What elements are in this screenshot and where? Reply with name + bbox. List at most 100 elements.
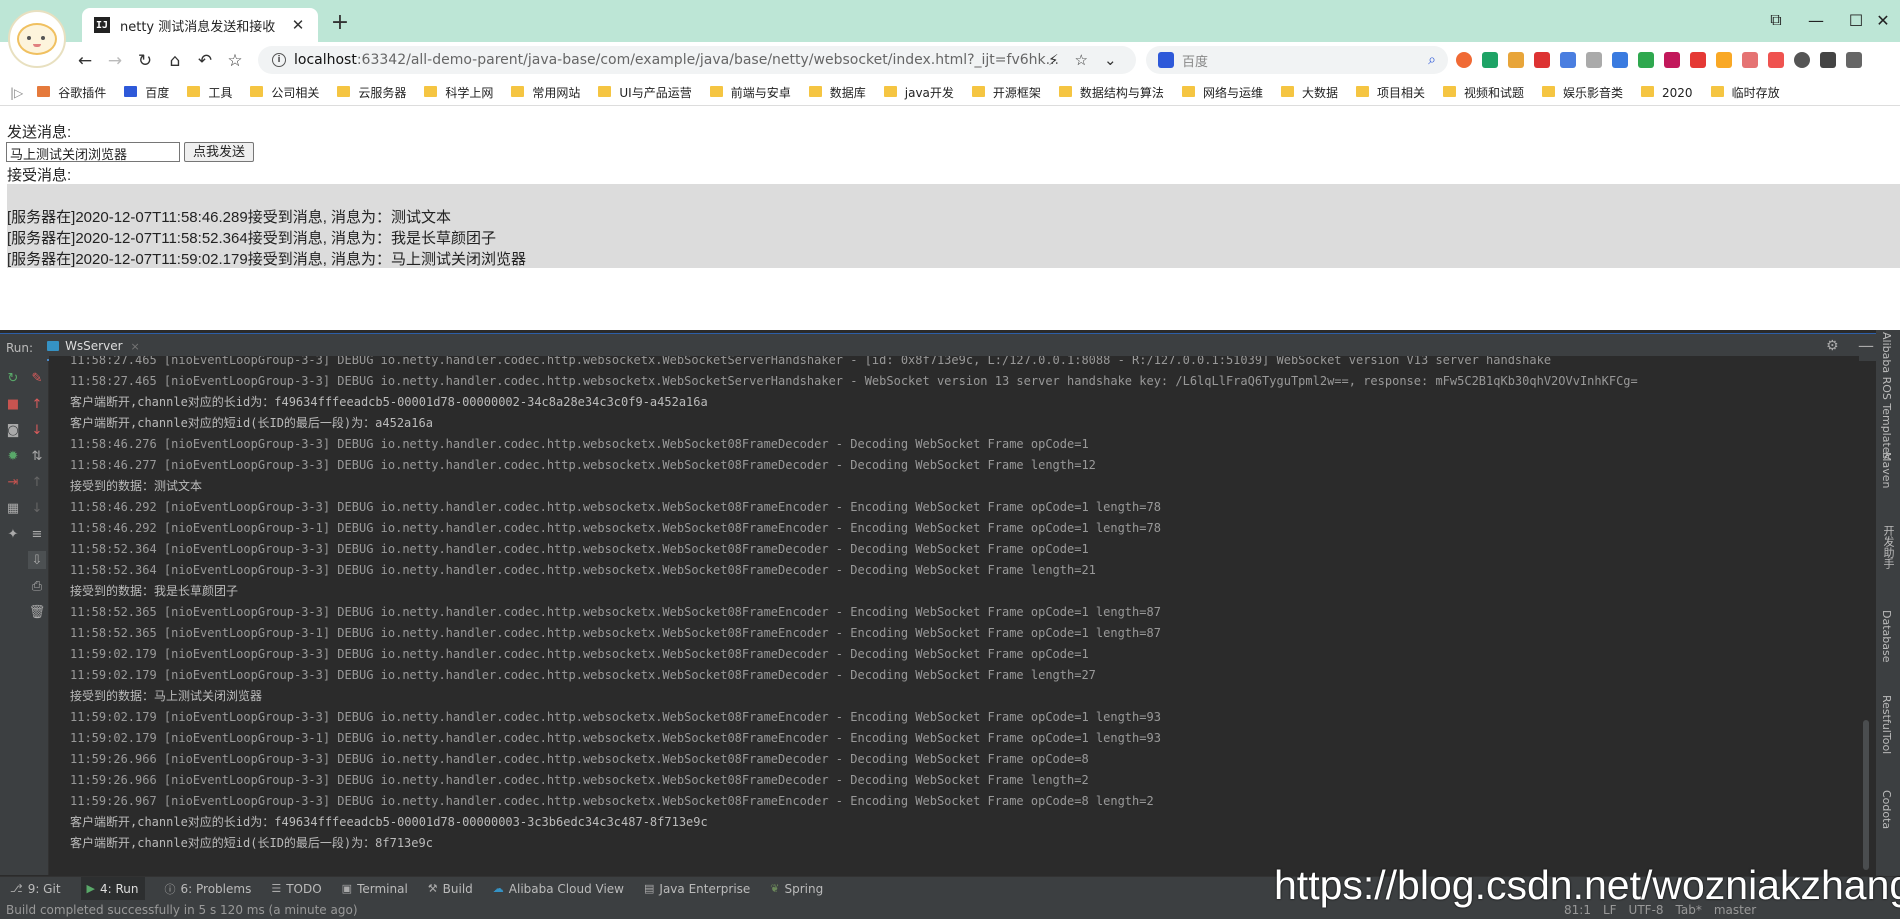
arrow-up-icon[interactable]: ↑: [28, 395, 46, 413]
send-button[interactable]: 点我发送: [184, 142, 254, 162]
up-disabled-icon[interactable]: ↑: [28, 473, 46, 491]
extension-icon[interactable]: [1482, 52, 1498, 68]
bookmark-folder[interactable]: UI与产品运营: [598, 84, 692, 101]
tab-todo[interactable]: ☰ TODO: [271, 882, 321, 896]
bookmark-folder[interactable]: 娱乐影音类: [1542, 84, 1623, 101]
bookmarks-toggle-icon[interactable]: |▷: [10, 86, 23, 100]
back-icon[interactable]: ←: [72, 48, 98, 74]
status-message: Build completed successfully in 5 s 120 …: [6, 902, 358, 917]
edit-config-icon[interactable]: ✎: [28, 369, 46, 387]
extension-icon[interactable]: [1508, 52, 1524, 68]
scrollbar-thumb[interactable]: [1863, 720, 1869, 870]
extension-icon[interactable]: [1586, 52, 1602, 68]
console-output[interactable]: 11:58:27.465 [nioEventLoopGroup-3-3] DEB…: [49, 356, 1859, 876]
arrow-down-icon[interactable]: ↓: [28, 421, 46, 439]
bookmark-folder[interactable]: 数据结构与算法: [1058, 84, 1164, 101]
bookmark-folder[interactable]: 前端与安卓: [709, 84, 791, 101]
window-restore-icon[interactable]: ⧉: [1758, 6, 1794, 34]
debug-icon[interactable]: ✹: [4, 447, 22, 465]
build-icon: ⚒: [427, 882, 438, 895]
bookmark-folder[interactable]: java开发: [883, 84, 954, 101]
rerun-icon[interactable]: ↻: [4, 369, 22, 387]
bookmark-folder[interactable]: 数据库: [808, 84, 866, 101]
extension-icon[interactable]: [1612, 52, 1628, 68]
extension-icon[interactable]: [1560, 52, 1576, 68]
gear-icon[interactable]: ⚙: [1826, 338, 1839, 354]
sort-icon[interactable]: ⇅: [28, 447, 46, 465]
undo-icon[interactable]: ↶: [192, 48, 218, 74]
info-icon[interactable]: i: [272, 53, 286, 67]
avatar[interactable]: [8, 10, 66, 68]
tab-alibaba-cloud-view[interactable]: ☁ Alibaba Cloud View: [493, 882, 624, 896]
bookmark-folder[interactable]: 大数据: [1280, 84, 1338, 101]
bookmark-folder[interactable]: 网络与运维: [1181, 84, 1263, 101]
bookmark-folder[interactable]: 公司相关: [250, 84, 319, 101]
bookmark-item[interactable]: 百度: [124, 84, 169, 101]
bookmark-folder[interactable]: 临时存放: [1710, 84, 1780, 101]
bookmark-folder[interactable]: 常用网站: [511, 84, 580, 101]
bookmark-star-icon[interactable]: ☆: [222, 48, 248, 74]
menu-icon[interactable]: [1846, 52, 1862, 68]
tab-build[interactable]: ⚒ Build: [428, 882, 473, 896]
exit-icon[interactable]: ⇥: [4, 473, 22, 491]
bookmark-folder[interactable]: 云服务器: [337, 84, 406, 101]
extension-icon[interactable]: [1456, 52, 1472, 68]
tab-git[interactable]: ⎇ 9: Git: [10, 882, 61, 896]
home-icon[interactable]: ⌂: [162, 48, 188, 74]
tab-java-enterprise[interactable]: ▤ Java Enterprise: [644, 882, 750, 896]
extension-icon[interactable]: [1690, 52, 1706, 68]
tab-run[interactable]: ▶ 4: Run: [80, 876, 145, 901]
dark-mode-icon[interactable]: [1794, 52, 1810, 68]
new-tab-button[interactable]: +: [326, 10, 354, 35]
soft-wrap-icon[interactable]: ≡: [28, 525, 46, 543]
bookmark-folder[interactable]: 工具: [187, 84, 232, 101]
search-icon[interactable]: ⌕: [1428, 52, 1436, 68]
bookmark-folder[interactable]: 开源框架: [971, 84, 1041, 101]
tool-maven[interactable]: Maven: [1880, 452, 1893, 488]
bookmark-item[interactable]: 谷歌插件: [37, 84, 106, 101]
star-icon[interactable]: ☆: [1075, 51, 1088, 69]
extension-icon[interactable]: [1768, 52, 1784, 68]
tab-terminal[interactable]: ▣ Terminal: [342, 882, 408, 896]
bookmark-folder[interactable]: 2020: [1641, 86, 1693, 100]
camera-icon[interactable]: ◙: [4, 421, 22, 439]
minimize-icon[interactable]: —: [1858, 336, 1874, 355]
extension-icon[interactable]: [1534, 52, 1550, 68]
search-box[interactable]: 百度 ⌕: [1146, 46, 1448, 74]
lightning-icon[interactable]: ⚡: [1048, 51, 1059, 69]
message-input[interactable]: 马上测试关闭浏览器: [6, 142, 180, 162]
console-line: 客户端断开,channle对应的长id为：f49634fffeeadcb5-00…: [70, 395, 708, 409]
close-tab-icon[interactable]: ✕: [288, 15, 308, 35]
download-icon[interactable]: [1820, 52, 1836, 68]
trash-icon[interactable]: 🗑: [28, 603, 46, 621]
tool-restfultool[interactable]: RestfulTool: [1880, 695, 1893, 754]
print-icon[interactable]: ⎙: [28, 577, 46, 595]
search-input[interactable]: 百度: [1182, 51, 1428, 70]
down-disabled-icon[interactable]: ↓: [28, 499, 46, 517]
close-icon[interactable]: ×: [131, 340, 140, 353]
tool-codota[interactable]: Codota: [1880, 790, 1893, 829]
stop-icon[interactable]: ■: [4, 395, 22, 413]
layout-icon[interactable]: ▦: [4, 499, 22, 517]
chevron-down-icon[interactable]: ⌄: [1104, 51, 1117, 69]
extension-icon[interactable]: [1716, 52, 1732, 68]
tool-dev-helper[interactable]: 开发助手: [1880, 525, 1896, 569]
tab-spring[interactable]: ❦ Spring: [770, 882, 823, 896]
bookmark-folder[interactable]: 项目相关: [1355, 84, 1425, 101]
tool-alibaba-ros[interactable]: Alibaba ROS Templates: [1880, 332, 1893, 459]
tab-problems[interactable]: ⓘ 6: Problems: [165, 881, 252, 897]
bookmark-folder[interactable]: 科学上网: [424, 84, 493, 101]
browser-tab[interactable]: IJ netty 测试消息发送和接收 ✕: [82, 8, 318, 42]
scroll-to-end-icon[interactable]: ⇩: [28, 551, 46, 569]
forward-icon[interactable]: →: [102, 48, 128, 74]
reload-icon[interactable]: ↻: [132, 48, 158, 74]
shield-icon[interactable]: [1638, 52, 1654, 68]
window-minimize-icon[interactable]: —: [1798, 6, 1834, 34]
extension-icon[interactable]: [1742, 52, 1758, 68]
pin-icon[interactable]: ✦: [4, 525, 22, 543]
address-bar[interactable]: i localhost:63342/all-demo-parent/java-b…: [258, 46, 1136, 74]
bookmark-folder[interactable]: 视频和试题: [1442, 84, 1524, 101]
window-close-icon[interactable]: ✕: [1868, 6, 1898, 34]
extension-icon[interactable]: [1664, 52, 1680, 68]
tool-database[interactable]: Database: [1880, 610, 1893, 663]
